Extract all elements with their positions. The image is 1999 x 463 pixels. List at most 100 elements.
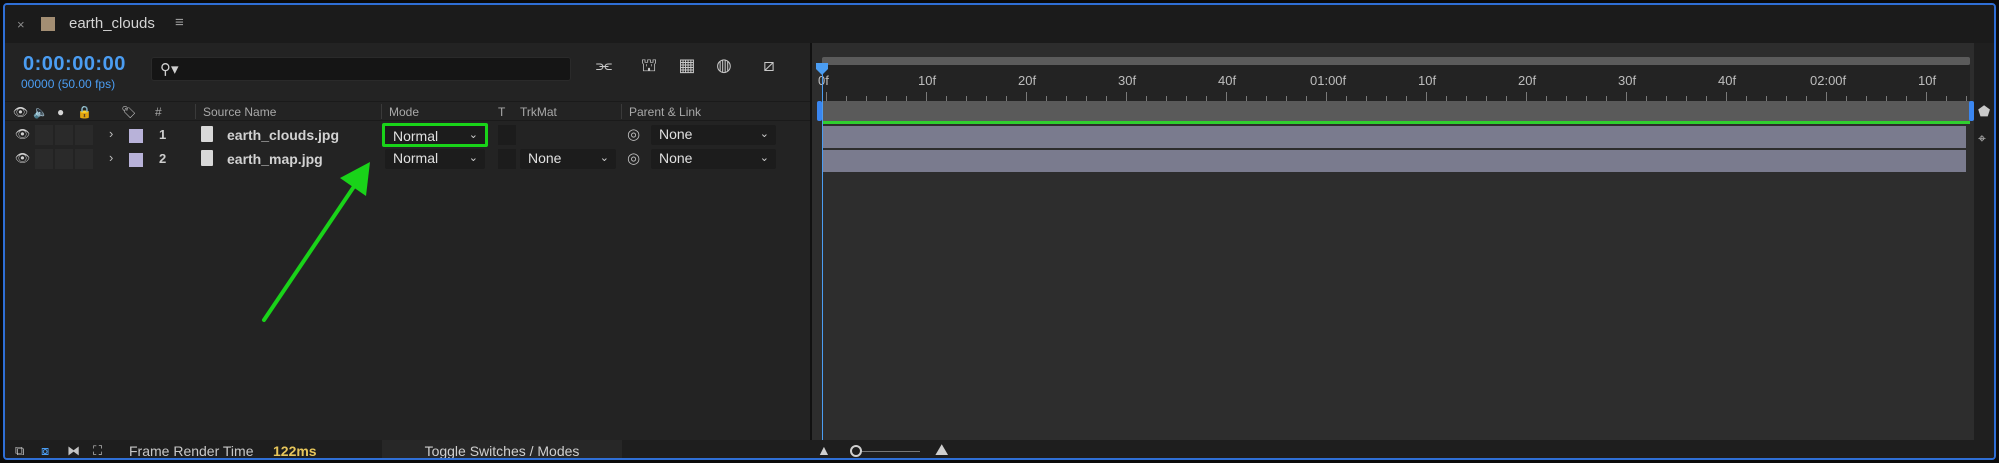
lock-switch[interactable]	[75, 149, 93, 169]
zoom-in-icon[interactable]: ⛰	[935, 442, 948, 458]
column-mode[interactable]: Mode	[389, 105, 419, 119]
search-icon: ⚲▾	[160, 61, 179, 78]
zoom-slider-track[interactable]	[860, 451, 920, 452]
eye-icon[interactable]: 👁	[15, 151, 30, 165]
menu-icon[interactable]: ≡	[175, 14, 184, 31]
in-out-icon[interactable]: ⧓	[67, 443, 80, 458]
comp-marker-strip: ⬟ ⌖	[1974, 43, 1994, 440]
ruler-tick	[1326, 92, 1327, 101]
table-row[interactable]: 👁 › 2 earth_map.jpg Normal ⌄ None ⌄ ◎ No…	[5, 147, 810, 171]
preserve-transparency-switch[interactable]	[498, 125, 516, 145]
frame-render-value: 122ms	[273, 443, 317, 459]
ruler-tick-label: 40f	[1218, 73, 1237, 88]
ruler-tick-label: 30f	[1118, 73, 1137, 88]
eye-icon[interactable]: 👁	[13, 105, 28, 119]
label-icon[interactable]: 🏷	[121, 105, 136, 119]
ruler-tick	[1626, 92, 1627, 101]
ruler-tick	[926, 92, 927, 101]
comp-flowchart-icon[interactable]: ⫘	[590, 55, 618, 81]
zoom-slider-knob[interactable]	[850, 445, 862, 457]
frame-render-label: Frame Render Time	[129, 443, 254, 459]
comp-tab-title[interactable]: earth_clouds	[69, 15, 155, 32]
mode-dropdown[interactable]: Normal ⌄	[385, 149, 485, 169]
toggle-switches-modes-button[interactable]: Toggle Switches / Modes	[382, 440, 622, 458]
pickwhip-icon[interactable]: ◎	[627, 125, 640, 143]
zoom-out-icon[interactable]: ▲	[817, 442, 831, 458]
tab-bar: × earth_clouds ≡	[5, 5, 1994, 43]
layer-number: 1	[159, 127, 167, 142]
layer-number: 2	[159, 151, 167, 166]
eye-icon[interactable]: 👁	[15, 127, 30, 141]
graph-editor-icon[interactable]: ⧄	[755, 55, 783, 81]
ruler-tick	[1126, 92, 1127, 101]
lock-switch[interactable]	[75, 125, 93, 145]
time-ruler[interactable]: 0f 10f 20f 30f 40f 01:00f 10f 20f 30f 40f 02:00f 10…	[818, 65, 1987, 101]
ruler-tick-label: 20f	[1518, 73, 1537, 88]
column-source-name[interactable]: Source Name	[203, 105, 276, 119]
chevron-down-icon: ⌄	[468, 152, 478, 164]
shy-icon[interactable]: ⛫	[635, 55, 663, 81]
trkmat-dropdown[interactable]: None ⌄	[520, 149, 616, 169]
pickwhip-icon[interactable]: ◎	[627, 149, 640, 167]
column-t: T	[498, 105, 506, 119]
solo-icon[interactable]: ●	[57, 105, 64, 119]
ruler-tick	[1226, 92, 1227, 101]
ruler-tick-label: 40f	[1718, 73, 1737, 88]
ruler-tick	[1426, 92, 1427, 101]
motion-blur-icon[interactable]: ◍	[710, 55, 738, 81]
solo-switch[interactable]	[55, 125, 73, 145]
ruler-tick	[1826, 92, 1827, 101]
ruler-tick	[826, 92, 827, 101]
layer-name[interactable]: earth_map.jpg	[227, 151, 323, 167]
column-headers: 👁 🔈 ● 🔒 🏷 # Source Name Mode T TrkMat Pa…	[5, 101, 810, 121]
preserve-transparency-switch[interactable]	[498, 149, 516, 169]
current-time-display[interactable]: 0:00:00:00	[23, 53, 126, 76]
table-row[interactable]: 👁 › 1 earth_clouds.jpg Normal ⌄ ◎ None ⌄	[5, 123, 810, 147]
frame-count: 00000 (50.00 fps)	[21, 77, 116, 91]
label-swatch[interactable]	[129, 153, 143, 167]
transfer-controls-icon[interactable]: ⧇	[41, 443, 49, 458]
chevron-down-icon: ⌄	[468, 129, 478, 141]
search-input[interactable]: ⚲▾	[151, 57, 571, 81]
ruler-tick	[1926, 92, 1927, 101]
layer-name[interactable]: earth_clouds.jpg	[227, 127, 339, 143]
render-time-icon[interactable]: ⛶	[93, 443, 102, 458]
column-trkmat[interactable]: TrkMat	[520, 105, 557, 119]
file-icon	[201, 150, 213, 166]
parent-dropdown[interactable]: None ⌄	[651, 149, 776, 169]
chevron-down-icon: ⌄	[599, 152, 609, 164]
comp-button-icon[interactable]: ⌖	[1978, 130, 1986, 147]
chevron-down-icon: ⌄	[759, 152, 769, 164]
timeline-panel: × earth_clouds ≡ 0:00:00:00 00000 (50.00…	[3, 3, 1996, 460]
ruler-tick-label: 20f	[1018, 73, 1037, 88]
frame-blend-icon[interactable]: ▦	[673, 55, 701, 81]
mode-dropdown[interactable]: Normal ⌄	[382, 123, 488, 147]
layer-pane: 0:00:00:00 00000 (50.00 fps) ⚲▾ ⫘ ⛫ ▦ ◍ …	[5, 43, 810, 440]
parent-dropdown[interactable]: None ⌄	[651, 125, 776, 145]
time-navigator[interactable]	[822, 57, 1970, 65]
close-icon[interactable]: ×	[17, 17, 25, 32]
marker-bin-icon[interactable]: ⬟	[1978, 103, 1990, 120]
work-area-bar[interactable]	[822, 101, 1970, 121]
ruler-tick-label: 0f	[818, 73, 829, 88]
layer-switches-icon[interactable]: ⧉	[15, 443, 24, 458]
ruler-tick-label: 30f	[1618, 73, 1637, 88]
expand-chevron-icon[interactable]: ›	[109, 150, 113, 165]
audio-switch[interactable]	[35, 125, 53, 145]
expand-chevron-icon[interactable]: ›	[109, 126, 113, 141]
playhead-line[interactable]	[822, 65, 823, 440]
ruler-tick	[1526, 92, 1527, 101]
ruler-tick-label: 01:00f	[1310, 73, 1347, 88]
timeline-area[interactable]: 0f 10f 20f 30f 40f 01:00f 10f 20f 30f 40f 02:00f 10…	[812, 43, 1994, 440]
lock-icon[interactable]: 🔒	[77, 105, 92, 119]
column-parent[interactable]: Parent & Link	[629, 105, 701, 119]
layer-bar[interactable]	[822, 150, 1966, 172]
status-bar: ⧉ ⧇ ⧓ ⛶ Frame Render Time 122ms Toggle S…	[5, 440, 1994, 459]
label-swatch[interactable]	[129, 129, 143, 143]
solo-switch[interactable]	[55, 149, 73, 169]
layer-bar[interactable]	[822, 126, 1966, 148]
ruler-tick	[1026, 92, 1027, 101]
column-hash: #	[155, 105, 162, 119]
audio-icon[interactable]: 🔈	[33, 105, 48, 119]
audio-switch[interactable]	[35, 149, 53, 169]
